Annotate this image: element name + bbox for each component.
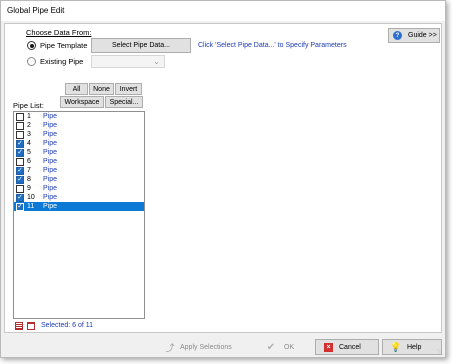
- cancel-label: Cancel: [339, 343, 361, 351]
- select-all-button[interactable]: All: [65, 83, 88, 95]
- pipe-name: Pipe: [43, 203, 58, 210]
- workspace-button[interactable]: Workspace: [60, 96, 104, 108]
- cancel-x-icon: ×: [324, 342, 333, 352]
- pipe-name: Pipe: [43, 176, 58, 183]
- chevron-down-icon: ⌄: [153, 57, 160, 66]
- uncheck-all-icon[interactable]: [27, 322, 35, 330]
- apply-arrow-icon: ⤴: [165, 342, 175, 353]
- pipe-number: 8: [27, 176, 31, 183]
- pipe-checkbox[interactable]: ✓: [16, 148, 24, 157]
- apply-selections-button[interactable]: ⤴ Apply Selections: [165, 339, 237, 355]
- pipe-number: 11: [27, 203, 35, 210]
- pipe-number: 5: [27, 149, 31, 156]
- pipe-list-row[interactable]: ✓ 11 Pipe: [14, 202, 144, 211]
- pipe-checkbox[interactable]: ✓: [16, 202, 24, 211]
- choose-data-heading: Choose Data From:: [26, 28, 92, 37]
- guide-button[interactable]: ? Guide >>: [388, 28, 440, 43]
- pipe-number: 1: [27, 113, 31, 120]
- select-hint-text: Click 'Select Pipe Data...' to Specify P…: [198, 42, 347, 49]
- global-pipe-edit-window: Global Pipe Edit Choose Data From: Pipe …: [0, 0, 446, 358]
- pipe-number: 7: [27, 167, 31, 174]
- pipe-number: 10: [27, 194, 35, 201]
- pipe-list-row[interactable]: ✓ 4 Pipe: [14, 139, 144, 148]
- pipe-number: 2: [27, 122, 31, 129]
- pipe-list-row[interactable]: 6 Pipe: [14, 157, 144, 166]
- main-panel: Choose Data From: Pipe Template Select P…: [4, 23, 442, 333]
- special-button[interactable]: Special...: [105, 96, 143, 108]
- pipe-template-label: Pipe Template: [40, 41, 88, 50]
- select-none-button[interactable]: None: [89, 83, 114, 95]
- checkmark-icon: ✔: [266, 341, 276, 353]
- existing-pipe-dropdown[interactable]: ⌄: [91, 55, 165, 68]
- help-lightbulb-icon: 💡: [390, 341, 402, 352]
- guide-button-label: Guide >>: [408, 32, 437, 39]
- pipe-name: Pipe: [43, 131, 58, 138]
- pipe-list-row[interactable]: 9 Pipe: [14, 184, 144, 193]
- window-title: Global Pipe Edit: [1, 1, 445, 21]
- pipe-list-row[interactable]: 2 Pipe: [14, 121, 144, 130]
- pipe-template-radio[interactable]: [27, 41, 36, 50]
- pipe-name: Pipe: [43, 140, 58, 147]
- existing-pipe-radio[interactable]: [27, 57, 36, 66]
- help-label: Help: [407, 343, 422, 351]
- pipe-number: 6: [27, 158, 31, 165]
- pipe-number: 9: [27, 185, 31, 192]
- pipe-list-label: Pipe List:: [13, 101, 44, 110]
- pipe-checkbox[interactable]: [16, 130, 24, 139]
- pipe-list-row[interactable]: ✓ 10 Pipe: [14, 193, 144, 202]
- pipe-list-row[interactable]: 1 Pipe: [14, 112, 144, 121]
- pipe-number: 4: [27, 140, 31, 147]
- pipe-checkbox[interactable]: ✓: [16, 175, 24, 184]
- invert-selection-button[interactable]: Invert: [115, 83, 142, 95]
- pipe-checkbox[interactable]: [16, 121, 24, 130]
- apply-selections-label: Apply Selections: [180, 343, 232, 351]
- pipe-list-row[interactable]: ✓ 5 Pipe: [14, 148, 144, 157]
- pipe-name: Pipe: [43, 122, 58, 129]
- pipe-name: Pipe: [43, 149, 58, 156]
- pipe-name: Pipe: [43, 158, 58, 165]
- pipe-list-row[interactable]: ✓ 7 Pipe: [14, 166, 144, 175]
- select-pipe-data-button[interactable]: Select Pipe Data...: [91, 38, 191, 53]
- pipe-checkbox[interactable]: [16, 112, 24, 121]
- pipe-name: Pipe: [43, 167, 58, 174]
- pipe-checkbox[interactable]: ✓: [16, 166, 24, 175]
- help-button[interactable]: 💡 Help: [382, 339, 442, 355]
- existing-pipe-label: Existing Pipe: [40, 57, 84, 66]
- selected-count: Selected: 6 of 11: [41, 322, 94, 329]
- help-circle-icon: ?: [393, 31, 402, 40]
- pipe-checkbox[interactable]: ✓: [16, 193, 24, 202]
- cancel-button[interactable]: × Cancel: [315, 339, 379, 355]
- pipe-name: Pipe: [43, 194, 58, 201]
- ok-label: OK: [284, 343, 295, 351]
- pipe-list[interactable]: 1 Pipe 2 Pipe 3 Pipe ✓ 4 Pipe ✓ 5 Pipe 6 Pipe ✓ 7 Pipe ✓ 8…: [13, 111, 145, 319]
- check-all-icon[interactable]: [15, 322, 23, 330]
- pipe-name: Pipe: [43, 185, 58, 192]
- pipe-list-row[interactable]: ✓ 8 Pipe: [14, 175, 144, 184]
- pipe-checkbox[interactable]: [16, 184, 24, 193]
- ok-button[interactable]: ✔ OK: [266, 339, 316, 355]
- resize-grip-icon[interactable]: ⋱: [437, 349, 443, 356]
- pipe-checkbox[interactable]: ✓: [16, 139, 24, 148]
- pipe-number: 3: [27, 131, 31, 138]
- pipe-name: Pipe: [43, 113, 58, 120]
- pipe-checkbox[interactable]: [16, 157, 24, 166]
- pipe-list-row[interactable]: 3 Pipe: [14, 130, 144, 139]
